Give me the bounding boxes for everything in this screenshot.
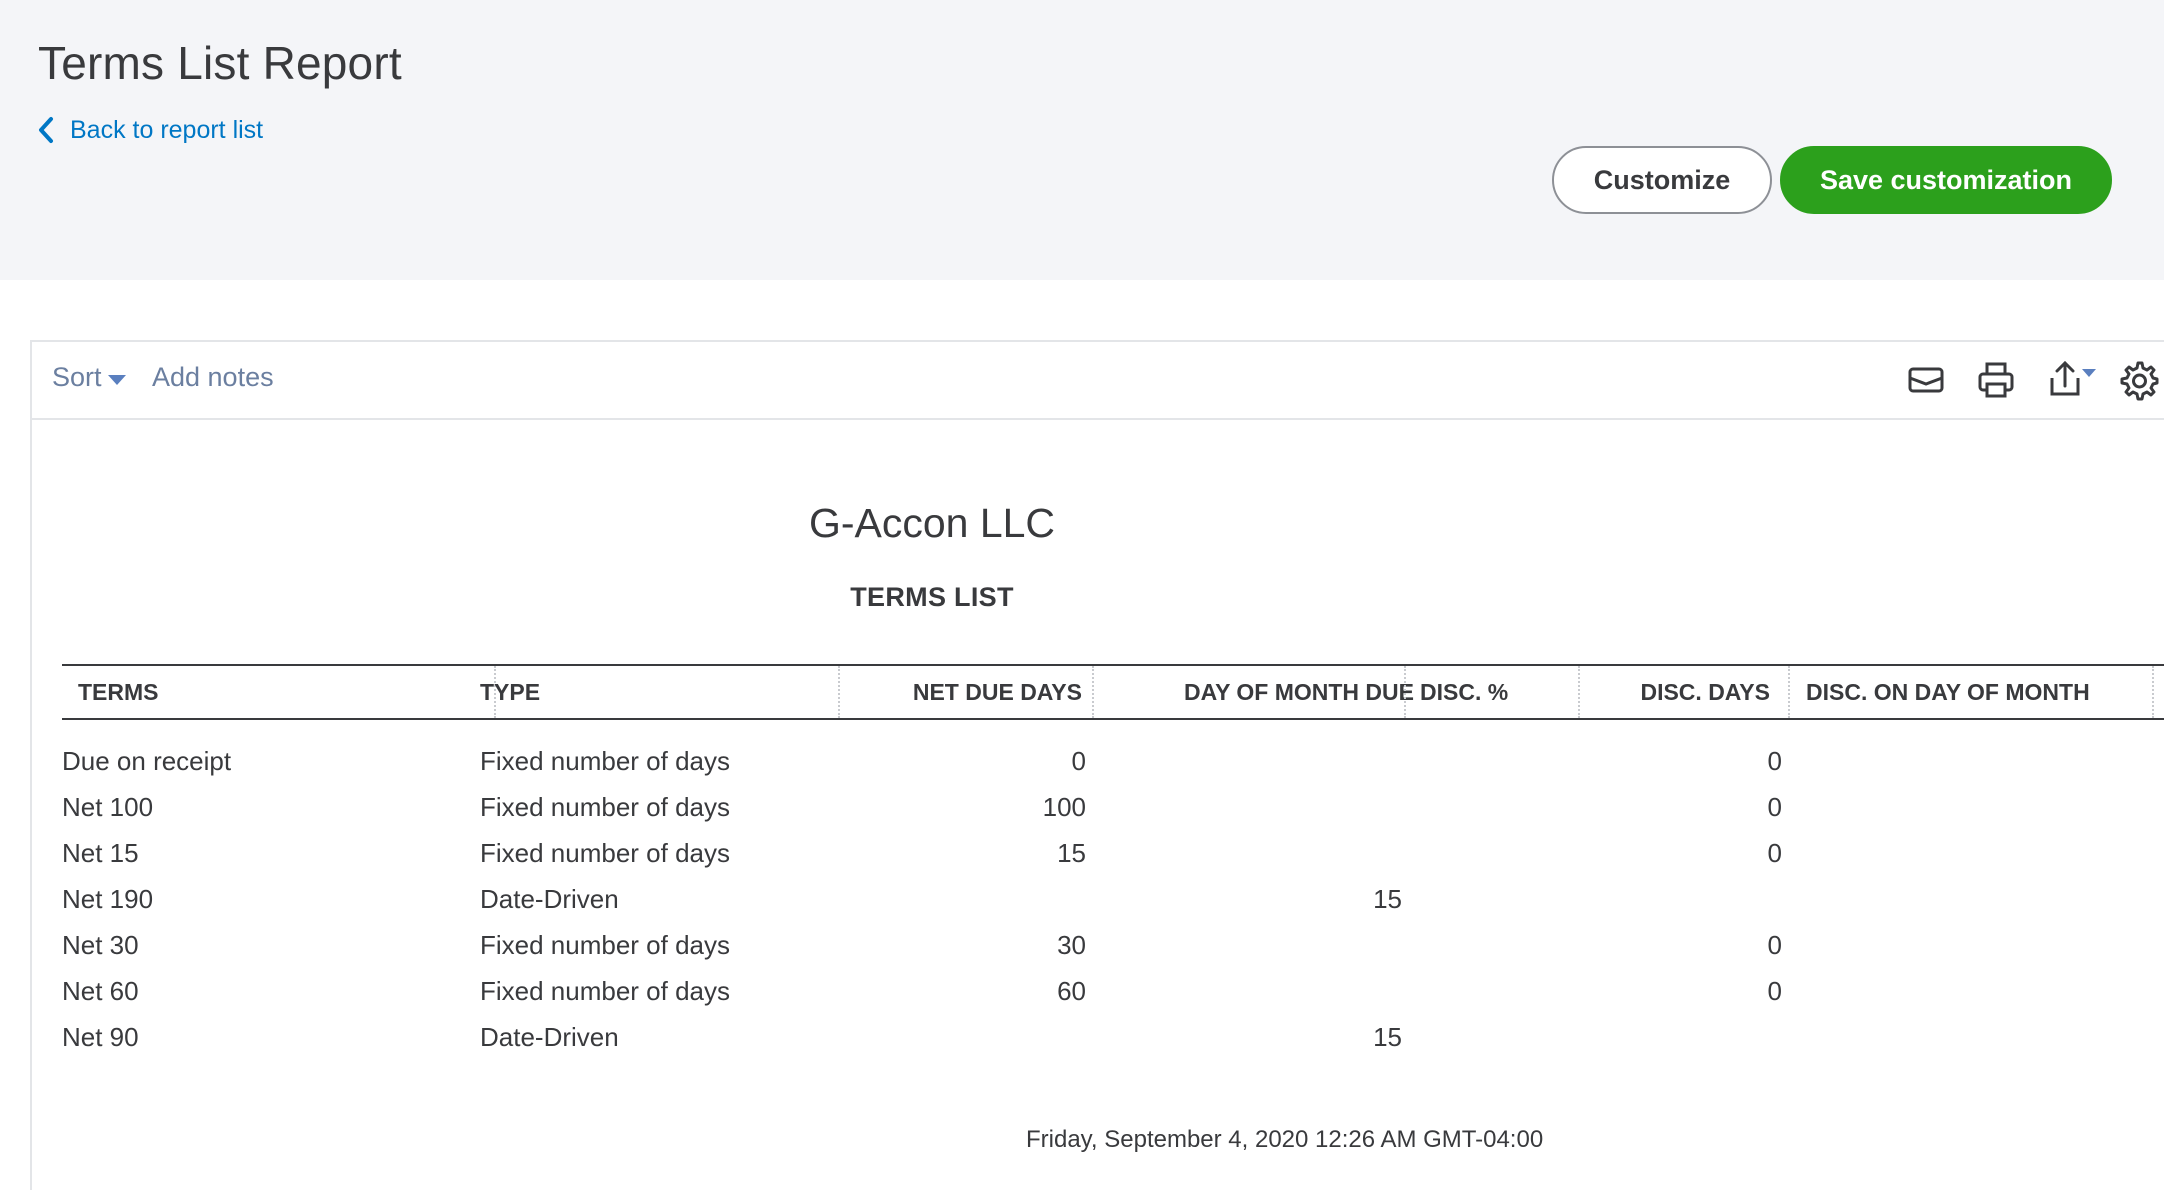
cell-day-of-month-due <box>1096 830 1402 876</box>
cell-type: Fixed number of days <box>480 838 731 868</box>
cell-disc-days: 0 <box>1767 746 1782 776</box>
cell-disc-pct <box>1420 922 1570 968</box>
cell-disc-on-day-of-month <box>1806 830 2106 876</box>
customize-button[interactable]: Customize <box>1552 146 1772 214</box>
company-name: G-Accon LLC <box>808 500 1056 546</box>
cell-type: Date-Driven <box>480 1022 619 1052</box>
cell-day-of-month-due <box>1096 922 1402 968</box>
cell-net-due-days: 30 <box>1057 930 1086 960</box>
report-panel: Sort Add notes G-Accon LLC TERMS LIST TE… <box>30 340 2164 1190</box>
table-row[interactable]: Net 90 Date-Driven 15 <box>62 1014 2164 1060</box>
gear-icon[interactable] <box>2116 358 2160 402</box>
report-timestamp: Friday, September 4, 2020 12:26 AM GMT-0… <box>1026 1126 1544 1153</box>
cell-disc-pct <box>1420 1014 1570 1060</box>
cell-terms[interactable]: Net 190 <box>62 876 442 922</box>
cell-net-due-days: 100 <box>1042 792 1086 822</box>
sort-label: Sort <box>52 362 102 392</box>
cell-type: Fixed number of days <box>480 976 731 1006</box>
add-notes-button[interactable]: Add notes <box>152 362 274 393</box>
column-divider <box>838 666 840 718</box>
cell-disc-on-day-of-month <box>1806 1014 2106 1060</box>
cell-day-of-month-due: 15 <box>1373 1022 1402 1052</box>
cell-disc-on-day-of-month <box>1806 968 2106 1014</box>
table-row[interactable]: Net 15 Fixed number of days 15 0 <box>62 830 2164 876</box>
table-header-row: TERMS TYPE NET DUE DAYS DAY OF MONTH DUE… <box>62 664 2164 720</box>
table-row[interactable]: Due on receipt Fixed number of days 0 0 <box>62 738 2164 784</box>
caret-down-icon <box>107 374 126 385</box>
cell-terms[interactable]: Net 30 <box>62 922 442 968</box>
cell-disc-pct <box>1420 876 1570 922</box>
cell-net-due-days <box>842 1014 1086 1060</box>
cell-disc-on-day-of-month <box>1806 876 2106 922</box>
column-header-net-due-days[interactable]: NET DUE DAYS <box>842 666 1082 718</box>
save-customization-button[interactable]: Save customization <box>1780 146 2112 214</box>
cell-net-due-days: 60 <box>1057 976 1086 1006</box>
table-row[interactable]: Net 60 Fixed number of days 60 0 <box>62 968 2164 1014</box>
column-header-disc-pct[interactable]: DISC. % <box>1420 666 1570 718</box>
cell-disc-days <box>1582 876 1782 922</box>
table-row[interactable]: Net 100 Fixed number of days 100 0 <box>62 784 2164 830</box>
cell-disc-days <box>1582 1014 1782 1060</box>
cell-day-of-month-due <box>1096 968 1402 1014</box>
column-header-disc-on-day-of-month[interactable]: DISC. ON DAY OF MONTH <box>1806 666 2106 718</box>
column-header-disc-days[interactable]: DISC. DAYS <box>1582 666 1770 718</box>
column-divider <box>2152 666 2154 718</box>
cell-type: Fixed number of days <box>480 746 731 776</box>
cell-day-of-month-due: 15 <box>1373 884 1402 914</box>
cell-net-due-days: 0 <box>1071 746 1086 776</box>
cell-type: Fixed number of days <box>480 930 731 960</box>
column-header-type[interactable]: TYPE <box>480 666 800 718</box>
cell-disc-on-day-of-month <box>1806 738 2106 784</box>
sort-dropdown[interactable]: Sort <box>52 362 126 393</box>
cell-disc-pct <box>1420 968 1570 1014</box>
cell-disc-on-day-of-month <box>1806 784 2106 830</box>
cell-disc-days: 0 <box>1767 976 1782 1006</box>
cell-net-due-days: 15 <box>1057 838 1086 868</box>
cell-disc-pct <box>1420 738 1570 784</box>
cell-disc-pct <box>1420 830 1570 876</box>
cell-terms[interactable]: Net 15 <box>62 830 442 876</box>
cell-day-of-month-due <box>1096 738 1402 784</box>
cell-terms[interactable]: Net 90 <box>62 1014 442 1060</box>
cell-disc-pct <box>1420 784 1570 830</box>
page-header: Terms List Report Back to report list Cu… <box>0 0 2164 280</box>
report-toolbar: Sort Add notes <box>32 342 2164 420</box>
column-divider <box>1092 666 1094 718</box>
table-row[interactable]: Net 30 Fixed number of days 30 0 <box>62 922 2164 968</box>
page-title: Terms List Report <box>38 37 402 89</box>
table-row[interactable]: Net 190 Date-Driven 15 <box>62 876 2164 922</box>
cell-disc-on-day-of-month <box>1806 922 2106 968</box>
report-title: TERMS LIST <box>850 582 1014 612</box>
cell-type: Fixed number of days <box>480 792 731 822</box>
back-to-report-list-link[interactable]: Back to report list <box>36 112 263 148</box>
column-divider <box>1404 666 1406 718</box>
chevron-left-icon <box>39 117 53 143</box>
email-icon[interactable] <box>1904 358 1948 402</box>
column-header-terms[interactable]: TERMS <box>78 666 458 718</box>
cell-type: Date-Driven <box>480 884 619 914</box>
cell-terms[interactable]: Net 100 <box>62 784 442 830</box>
cell-disc-days: 0 <box>1767 930 1782 960</box>
column-header-day-of-month-due[interactable]: DAY OF MONTH DUE <box>1096 666 1414 718</box>
cell-net-due-days <box>842 876 1086 922</box>
print-icon[interactable] <box>1974 358 2018 402</box>
column-divider <box>1788 666 1790 718</box>
back-link-label: Back to report list <box>70 115 264 144</box>
export-icon[interactable] <box>2044 358 2104 402</box>
cell-disc-days: 0 <box>1767 792 1782 822</box>
cell-day-of-month-due <box>1096 784 1402 830</box>
cell-disc-days: 0 <box>1767 838 1782 868</box>
column-divider <box>1578 666 1580 718</box>
cell-terms[interactable]: Due on receipt <box>62 738 442 784</box>
cell-terms[interactable]: Net 60 <box>62 968 442 1014</box>
